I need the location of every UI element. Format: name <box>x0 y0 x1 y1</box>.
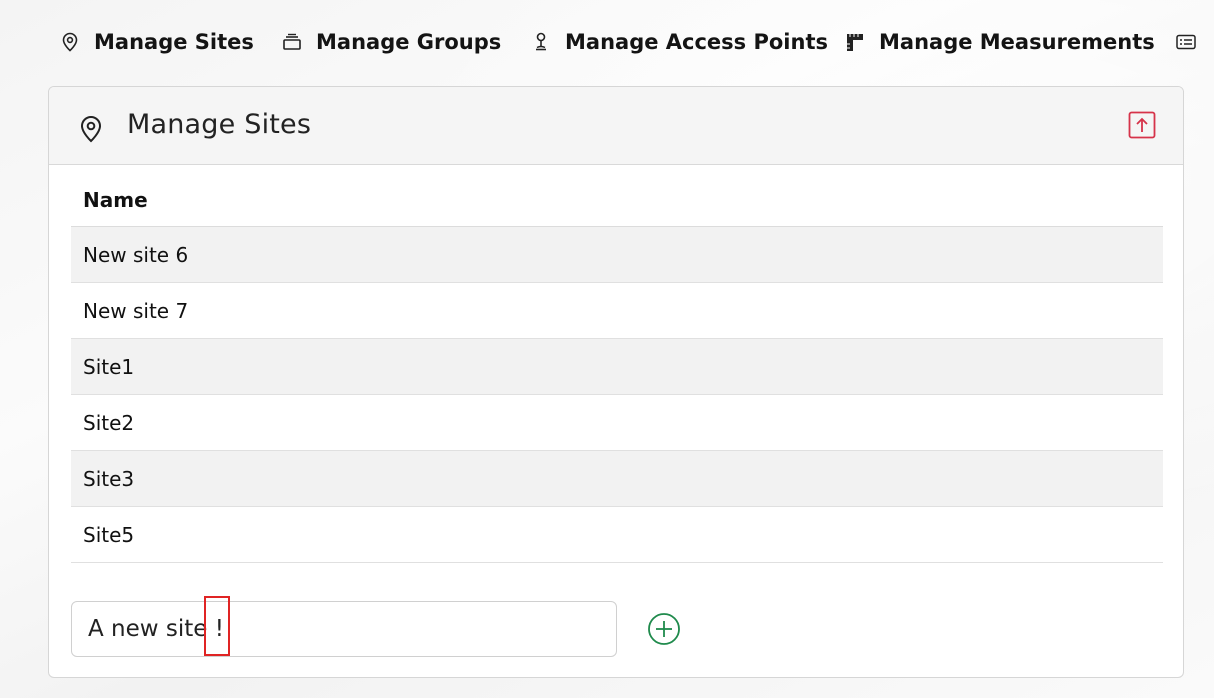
arrow-up-box-icon <box>1128 111 1156 139</box>
nav-label: Manage Measurements <box>879 30 1155 54</box>
layers-icon <box>282 32 302 52</box>
panel-title: Manage Sites <box>127 109 312 140</box>
manage-sites-panel: Manage Sites Name New site 6 New site 7 … <box>48 86 1184 678</box>
nav-item-manage-sites[interactable]: Manage Sites <box>60 26 254 58</box>
nav-item-more[interactable] <box>1176 26 1210 58</box>
table-row[interactable]: New site 7 <box>71 283 1163 339</box>
top-navigation: Manage Sites Manage Groups Manage Access… <box>0 0 1214 84</box>
table-row[interactable]: Site5 <box>71 507 1163 563</box>
add-site-button[interactable] <box>647 612 681 646</box>
access-point-icon <box>531 32 551 52</box>
table-row[interactable]: Site2 <box>71 395 1163 451</box>
nav-label: Manage Groups <box>316 30 502 54</box>
map-pin-icon <box>60 32 80 52</box>
new-site-input[interactable] <box>71 601 617 657</box>
panel-header: Manage Sites <box>49 87 1183 165</box>
map-pin-icon <box>79 115 103 143</box>
collapse-button[interactable] <box>1128 111 1156 139</box>
table-row[interactable]: Site3 <box>71 451 1163 507</box>
nav-label: Manage Sites <box>94 30 254 54</box>
nav-item-manage-access-points[interactable]: Manage Access Points <box>531 26 828 58</box>
table-row[interactable]: New site 6 <box>71 227 1163 283</box>
table-row[interactable]: Site1 <box>71 339 1163 395</box>
nav-item-manage-measurements[interactable]: Manage Measurements <box>845 26 1155 58</box>
sites-table: Name New site 6 New site 7 Site1 Site2 S… <box>71 187 1163 563</box>
nav-label: Manage Access Points <box>565 30 828 54</box>
id-card-icon <box>1176 32 1196 52</box>
plus-circle-icon <box>648 613 680 645</box>
ruler-icon <box>845 32 865 52</box>
column-header-name: Name <box>71 173 1163 227</box>
nav-item-manage-groups[interactable]: Manage Groups <box>282 26 501 58</box>
